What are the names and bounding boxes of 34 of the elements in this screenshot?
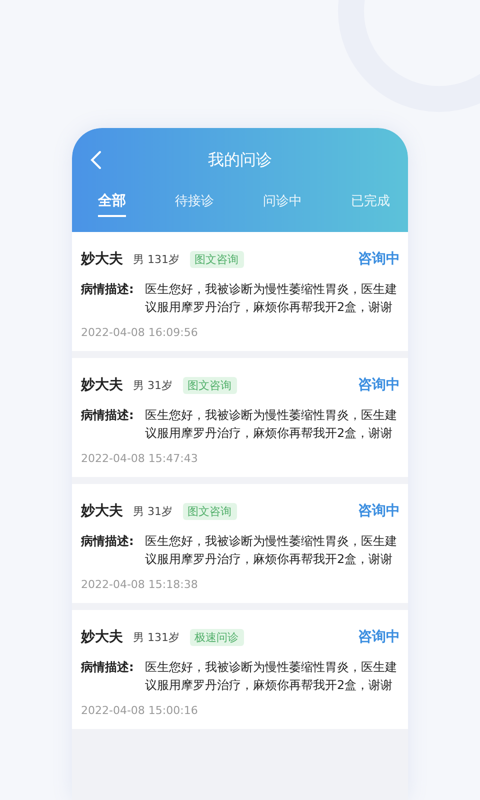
consultation-card[interactable]: 妙大夫 男 131岁 极速问诊 咨询中 病情描述: 医生您好，我被诊断为慢性萎缩性胃炎，医生建议服用摩罗丹治疗，麻烦你再帮我开2盒，谢谢 2022-04-08 15:00:16	[72, 610, 408, 729]
description-label: 病情描述:	[81, 659, 135, 676]
description-label: 病情描述:	[81, 407, 135, 424]
description-text: 医生您好，我被诊断为慢性萎缩性胃炎，医生建议服用摩罗丹治疗，麻烦你再帮我开2盒，谢谢	[145, 281, 398, 316]
doctor-name: 妙大夫	[81, 250, 123, 268]
consult-status: 咨询中	[358, 502, 400, 520]
consult-time: 2022-04-08 15:18:38	[81, 578, 199, 591]
consult-time: 2022-04-08 15:00:16	[81, 704, 199, 717]
description-label: 病情描述:	[81, 533, 135, 550]
page-title: 我的问诊	[208, 150, 272, 170]
description-label: 病情描述:	[81, 281, 135, 298]
consult-type-tag: 图文咨询	[182, 502, 236, 520]
consult-time: 2022-04-08 15:47:43	[81, 452, 199, 465]
consult-status: 咨询中	[358, 250, 400, 268]
patient-info: 男 31岁	[133, 504, 172, 518]
consult-time: 2022-04-08 16:09:56	[81, 326, 199, 339]
description-text: 医生您好，我被诊断为慢性萎缩性胃炎，医生建议服用摩罗丹治疗，麻烦你再帮我开2盒，谢谢	[145, 407, 398, 442]
consult-type-tag: 图文咨询	[182, 376, 236, 394]
consultation-card[interactable]: 妙大夫 男 31岁 图文咨询 咨询中 病情描述: 医生您好，我被诊断为慢性萎缩性胃炎，医生建议服用摩罗丹治疗，麻烦你再帮我开2盒，谢谢 2022-04-08 15:18:38	[72, 484, 408, 603]
consult-type-tag: 极速问诊	[190, 628, 244, 646]
consult-status: 咨询中	[358, 376, 400, 394]
patient-info: 男 131岁	[133, 630, 180, 644]
consultation-card[interactable]: 妙大夫 男 31岁 图文咨询 咨询中 病情描述: 医生您好，我被诊断为慢性萎缩性胃炎，医生建议服用摩罗丹治疗，麻烦你再帮我开2盒，谢谢 2022-04-08 15:47:43	[72, 358, 408, 477]
doctor-name: 妙大夫	[81, 502, 123, 520]
doctor-name: 妙大夫	[81, 376, 123, 394]
consult-status: 咨询中	[358, 628, 400, 646]
patient-info: 男 131岁	[133, 252, 180, 266]
consultation-card[interactable]: 妙大夫 男 131岁 图文咨询 咨询中 病情描述: 医生您好，我被诊断为慢性萎缩性胃炎，医生建议服用摩罗丹治疗，麻烦你再帮我开2盒，谢谢 2022-04-08 16:09:56	[72, 232, 408, 351]
consult-type-tag: 图文咨询	[190, 250, 244, 268]
description-text: 医生您好，我被诊断为慢性萎缩性胃炎，医生建议服用摩罗丹治疗，麻烦你再帮我开2盒，谢谢	[145, 533, 398, 568]
description-text: 医生您好，我被诊断为慢性萎缩性胃炎，医生建议服用摩罗丹治疗，麻烦你再帮我开2盒，谢谢	[145, 659, 398, 694]
back-icon[interactable]	[90, 150, 102, 170]
doctor-name: 妙大夫	[81, 628, 123, 646]
patient-info: 男 31岁	[133, 378, 172, 392]
